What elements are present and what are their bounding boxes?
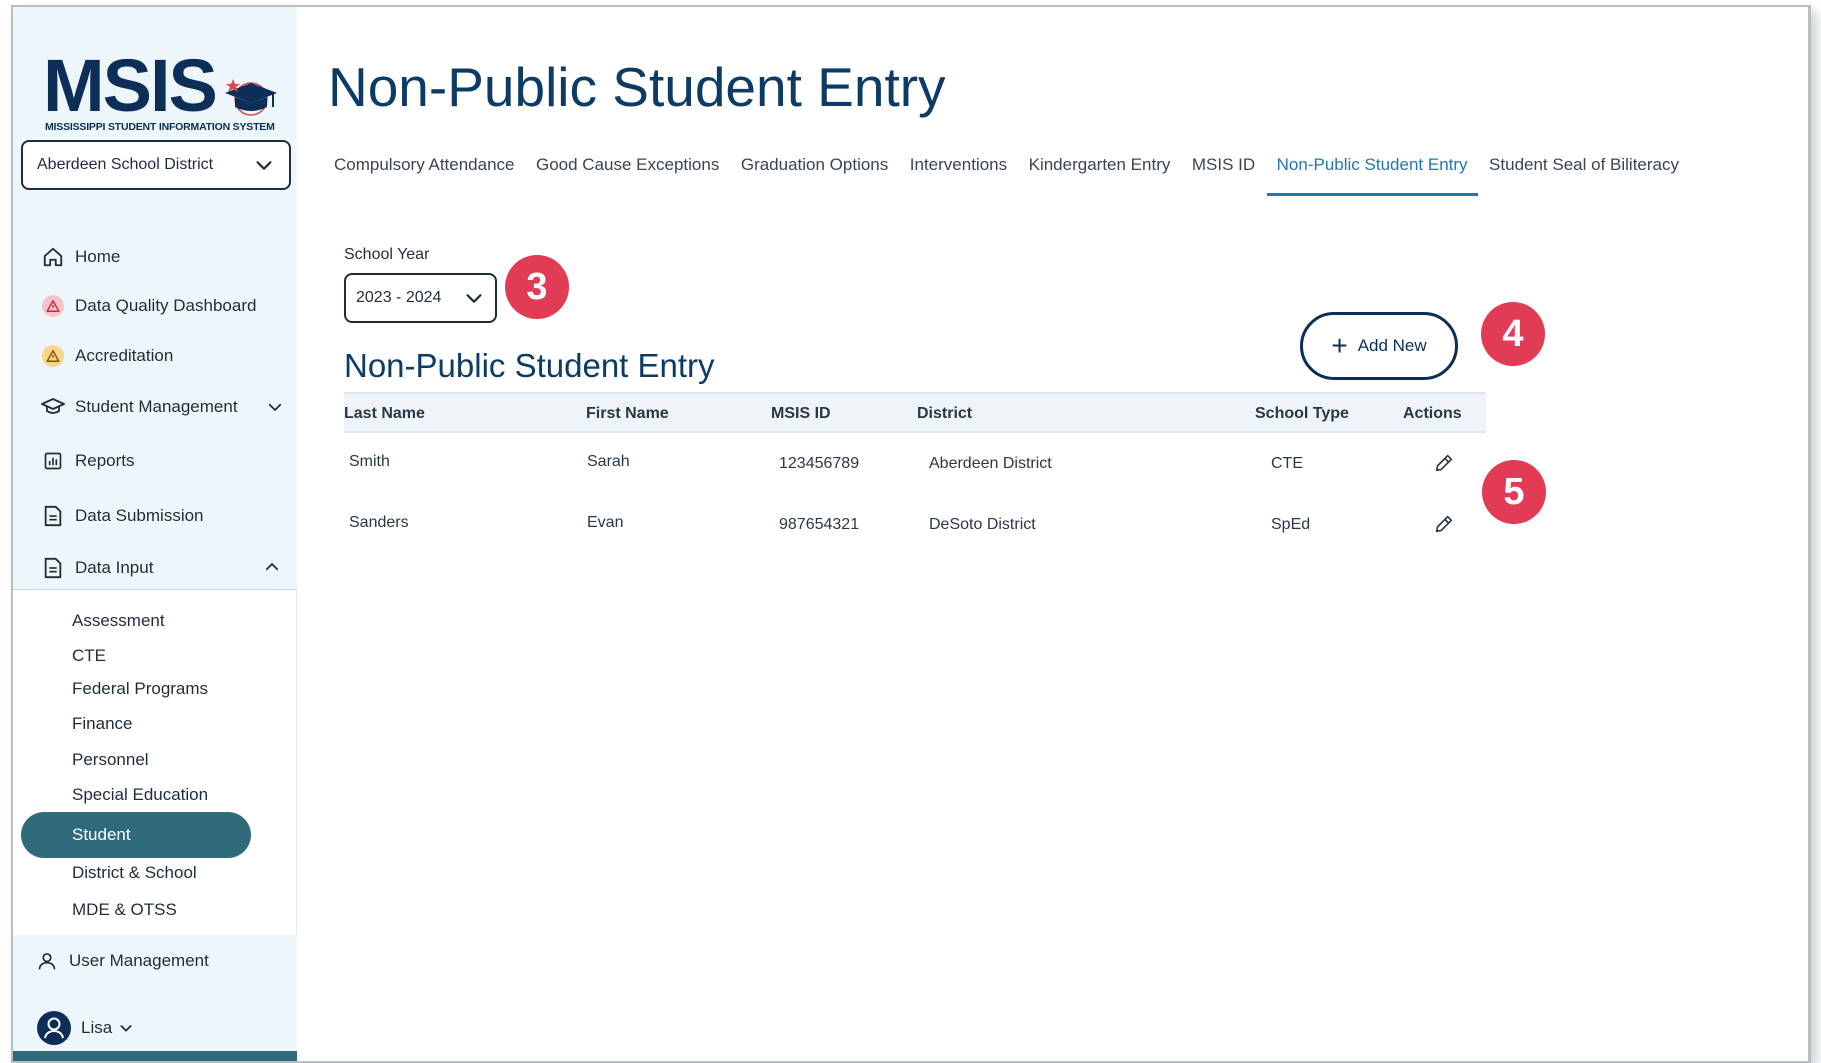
table-header: Last Name First Name MSIS ID District Sc… xyxy=(344,392,1486,433)
annotation-badge-4: 4 xyxy=(1481,302,1545,366)
chevron-down-icon xyxy=(466,294,482,303)
graduation-cap-logo-icon xyxy=(225,79,277,116)
sidebar-item-accreditation[interactable]: Accreditation xyxy=(41,344,173,368)
bar-chart-icon xyxy=(41,449,65,473)
annotation-badge-5: 5 xyxy=(1482,460,1546,524)
table-row[interactable]: Smith Sarah 123456789 Aberdeen District … xyxy=(344,433,1486,494)
submenu-item-special-education[interactable]: Special Education xyxy=(72,785,208,805)
chevron-down-icon xyxy=(120,1025,132,1032)
tab-kindergarten-entry[interactable]: Kindergarten Entry xyxy=(1029,155,1171,196)
sidebar-item-student-management[interactable]: Student Management xyxy=(41,395,282,419)
school-year-value: 2023 - 2024 xyxy=(356,289,442,306)
cell-first-name: Sarah xyxy=(587,453,630,470)
edit-pencil-icon[interactable] xyxy=(1433,513,1455,535)
cell-msis-id: 123456789 xyxy=(779,455,860,472)
sidebar-item-label: Home xyxy=(75,247,121,266)
plus-icon: + xyxy=(1331,330,1348,361)
msis-logo[interactable]: MSIS MISSISSIPPI STUDENT INFORMATION SYS… xyxy=(43,49,277,139)
tab-compulsory-attendance[interactable]: Compulsory Attendance xyxy=(334,155,515,196)
app-window: MSIS MISSISSIPPI STUDENT INFORMATION SYS… xyxy=(11,5,1811,1063)
home-icon xyxy=(41,245,65,269)
school-year-select[interactable]: 2023 - 2024 xyxy=(344,273,497,323)
sidebar-item-label: Data Quality Dashboard xyxy=(75,296,257,315)
sidebar-item-label: Student Management xyxy=(75,397,238,416)
submenu-item-cte[interactable]: CTE xyxy=(72,646,106,666)
district-select[interactable]: Aberdeen School District xyxy=(21,140,291,190)
school-year-label: School Year xyxy=(344,246,430,263)
avatar xyxy=(37,1011,71,1045)
logo-text: MSIS xyxy=(43,44,218,127)
sidebar-item-label: Accreditation xyxy=(75,346,174,365)
cell-district: DeSoto District xyxy=(929,516,1036,533)
document-icon xyxy=(41,556,65,580)
column-header-actions: Actions xyxy=(1403,405,1462,422)
sidebar-item-data-submission[interactable]: Data Submission xyxy=(41,504,204,528)
chevron-down-icon xyxy=(268,403,282,411)
cell-first-name: Evan xyxy=(587,514,624,531)
cell-district: Aberdeen District xyxy=(929,455,1052,472)
sidebar-item-label: User Management xyxy=(69,951,209,970)
sidebar-item-reports[interactable]: Reports xyxy=(41,449,135,473)
tab-student-seal-of-biliteracy[interactable]: Student Seal of Biliteracy xyxy=(1489,155,1679,196)
submenu-item-assessment[interactable]: Assessment xyxy=(72,611,165,631)
alert-triangle-icon xyxy=(41,294,65,318)
column-header-district[interactable]: District xyxy=(917,405,972,423)
data-input-submenu: Assessment CTE Federal Programs Finance … xyxy=(13,589,297,935)
cell-last-name: Smith xyxy=(349,453,390,470)
sidebar-item-label: Data Input xyxy=(75,558,154,577)
cell-last-name: Sanders xyxy=(349,514,409,531)
sidebar: MSIS MISSISSIPPI STUDENT INFORMATION SYS… xyxy=(13,7,297,1061)
submenu-item-finance[interactable]: Finance xyxy=(72,714,132,734)
tab-good-cause-exceptions[interactable]: Good Cause Exceptions xyxy=(536,155,719,196)
document-icon xyxy=(41,504,65,528)
sidebar-item-data-input[interactable]: Data Input xyxy=(41,556,281,580)
submenu-item-student[interactable]: Student xyxy=(21,812,251,858)
sidebar-item-label: Reports xyxy=(75,451,135,470)
user-menu[interactable]: Lisa xyxy=(37,1011,134,1045)
chevron-up-icon xyxy=(265,563,279,571)
submenu-item-mde-otss[interactable]: MDE & OTSS xyxy=(72,900,177,920)
page-title: Non-Public Student Entry xyxy=(328,56,946,118)
cell-school-type: CTE xyxy=(1271,455,1303,472)
submenu-item-personnel[interactable]: Personnel xyxy=(72,750,149,770)
tab-non-public-student-entry[interactable]: Non-Public Student Entry xyxy=(1266,155,1478,196)
section-title: Non-Public Student Entry xyxy=(344,347,715,384)
column-header-last-name[interactable]: Last Name xyxy=(344,405,425,423)
edit-pencil-icon[interactable] xyxy=(1433,452,1455,474)
tab-bar: Compulsory Attendance Good Cause Excepti… xyxy=(334,155,1701,196)
chevron-down-icon xyxy=(256,161,272,170)
sidebar-item-user-management[interactable]: User Management xyxy=(35,949,209,973)
district-select-value: Aberdeen School District xyxy=(37,156,214,173)
submenu-item-district-school[interactable]: District & School xyxy=(72,863,197,883)
tab-graduation-options[interactable]: Graduation Options xyxy=(741,155,888,196)
column-header-msis-id[interactable]: MSIS ID xyxy=(771,405,831,423)
column-header-first-name[interactable]: First Name xyxy=(586,405,669,423)
table-row[interactable]: Sanders Evan 987654321 DeSoto District S… xyxy=(344,494,1486,555)
sidebar-item-home[interactable]: Home xyxy=(41,245,120,269)
sidebar-bottom-bar xyxy=(13,1051,297,1061)
add-new-button[interactable]: + Add New xyxy=(1300,312,1458,380)
add-new-label: Add New xyxy=(1357,336,1427,355)
warning-icon xyxy=(41,344,65,368)
student-table: Last Name First Name MSIS ID District Sc… xyxy=(344,392,1486,555)
tab-msis-id[interactable]: MSIS ID xyxy=(1192,155,1255,196)
sidebar-item-label: Data Submission xyxy=(75,506,204,525)
cell-msis-id: 987654321 xyxy=(779,516,860,533)
graduation-cap-icon xyxy=(41,395,65,419)
user-name: Lisa xyxy=(81,1018,113,1037)
cell-school-type: SpEd xyxy=(1271,516,1311,533)
submenu-item-federal-programs[interactable]: Federal Programs xyxy=(72,679,208,699)
annotation-badge-3: 3 xyxy=(505,255,569,319)
logo-subtitle: MISSISSIPPI STUDENT INFORMATION SYSTEM xyxy=(45,121,275,133)
user-icon xyxy=(35,949,59,973)
column-header-school-type[interactable]: School Type xyxy=(1255,405,1349,423)
tab-interventions[interactable]: Interventions xyxy=(910,155,1007,196)
sidebar-item-data-quality-dashboard[interactable]: Data Quality Dashboard xyxy=(41,294,256,318)
